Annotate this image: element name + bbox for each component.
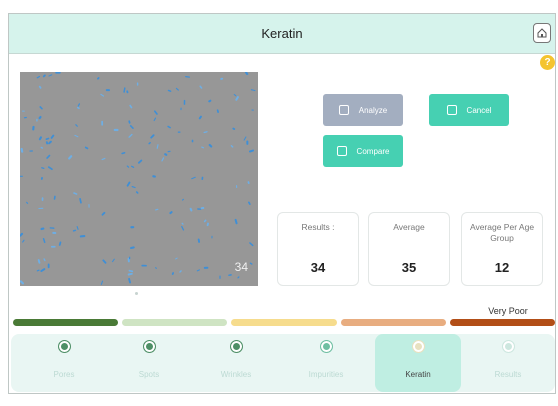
tab-keratin-label: Keratin xyxy=(405,370,431,379)
close-icon xyxy=(446,105,457,115)
app-window: Keratin ? 34 Analyze Cancel Compare Resu… xyxy=(8,13,556,394)
tab-pores[interactable]: Pores xyxy=(21,334,107,392)
tab-wrinkles-label: Wrinkles xyxy=(220,370,252,379)
pores-icon xyxy=(57,340,71,353)
analyze-button[interactable]: Analyze xyxy=(323,94,403,126)
results-icon xyxy=(501,340,515,353)
compare-icon xyxy=(336,146,347,156)
severity-scale xyxy=(13,319,556,326)
cancel-label: Cancel xyxy=(466,105,492,115)
scan-icon xyxy=(338,105,349,115)
impurities-icon xyxy=(319,340,333,353)
scale-segment-1 xyxy=(13,319,119,326)
scale-segment-3 xyxy=(231,319,337,326)
compare-label: Compare xyxy=(356,146,390,156)
wrinkles-icon xyxy=(229,340,243,353)
compare-button[interactable]: Compare xyxy=(323,135,403,167)
results-value: 34 xyxy=(310,260,326,275)
sample-count: 34 xyxy=(234,260,248,274)
age-group-average-label: Average Per Age Group xyxy=(469,222,535,243)
help-button[interactable]: ? xyxy=(540,55,555,70)
analysis-tab-bar: Pores Spots Wrinkles Impurities Keratin … xyxy=(11,334,555,392)
keratin-speckles xyxy=(20,72,256,285)
results-card: Results : 34 xyxy=(277,212,359,286)
tab-keratin[interactable]: Keratin xyxy=(375,334,461,392)
scale-segment-4 xyxy=(340,319,446,326)
tab-results[interactable]: Results xyxy=(465,334,551,392)
results-label: Results : xyxy=(301,222,335,232)
skin-sample-image: 34 xyxy=(20,72,258,286)
analyze-label: Analyze xyxy=(358,105,388,115)
severity-verdict: Very Poor xyxy=(488,306,528,316)
home-button[interactable] xyxy=(533,23,551,43)
pager-dot[interactable] xyxy=(135,292,138,295)
scale-segment-2 xyxy=(122,319,228,326)
age-group-average-value: 12 xyxy=(494,260,510,275)
header-bar: Keratin xyxy=(9,14,555,54)
keratin-icon xyxy=(411,340,425,353)
tab-wrinkles[interactable]: Wrinkles xyxy=(193,334,279,392)
spots-icon xyxy=(142,340,156,353)
age-group-average-card: Average Per Age Group 12 xyxy=(461,212,543,286)
page-title: Keratin xyxy=(261,26,303,41)
home-icon xyxy=(537,28,547,38)
tab-impurities[interactable]: Impurities xyxy=(283,334,369,392)
tab-pores-label: Pores xyxy=(53,370,75,379)
tab-impurities-label: Impurities xyxy=(308,370,344,379)
tab-spots-label: Spots xyxy=(138,370,160,379)
scale-segment-5 xyxy=(449,319,556,326)
cancel-button[interactable]: Cancel xyxy=(429,94,509,126)
tab-spots[interactable]: Spots xyxy=(106,334,192,392)
tab-results-label: Results xyxy=(494,370,522,379)
average-card: Average 35 xyxy=(368,212,450,286)
average-value: 35 xyxy=(401,260,417,275)
average-label: Average xyxy=(393,222,425,232)
